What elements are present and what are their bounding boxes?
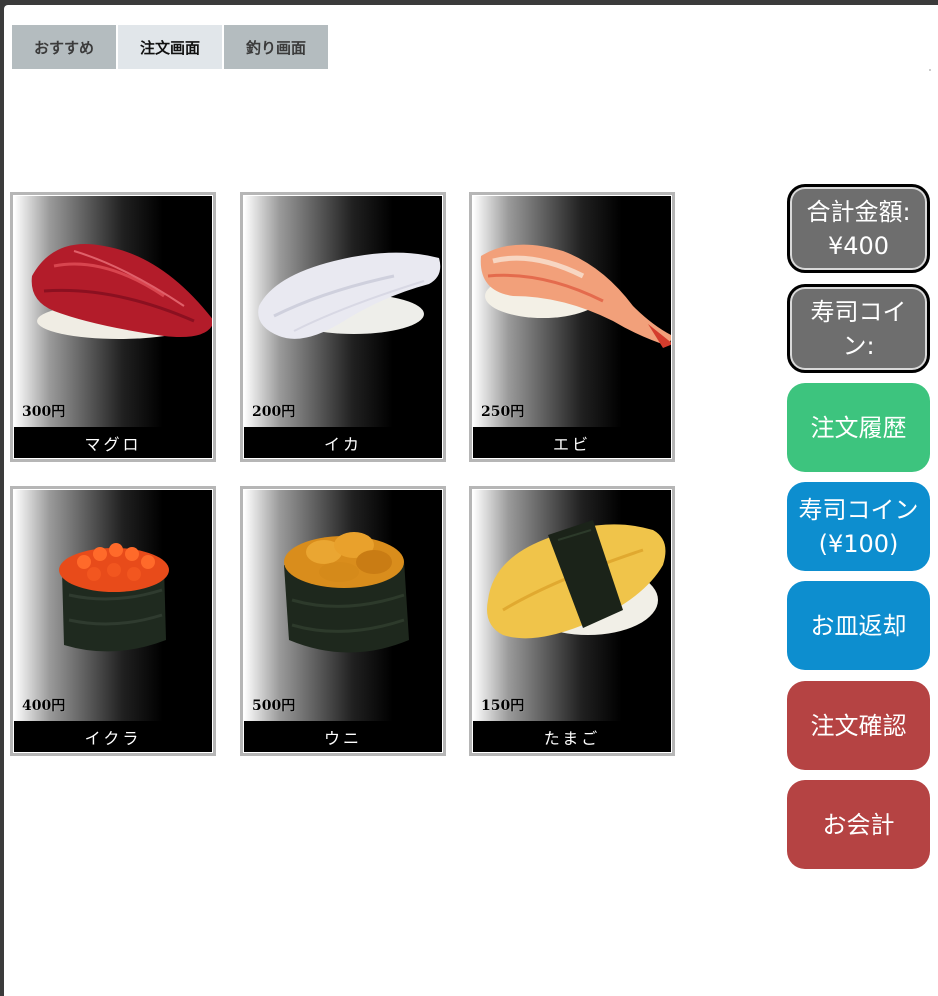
card-body: 500円 ウニ [244, 490, 442, 752]
squid-nigiri-image [258, 252, 441, 339]
order-history-button[interactable]: 注文履歴 [787, 383, 930, 472]
menu-card-uni[interactable]: 500円 ウニ [240, 486, 446, 756]
menu-card-tamago[interactable]: 150円 たまご [469, 486, 675, 756]
shrimp-nigiri-image [480, 244, 671, 348]
card-body: 400円 イクラ [14, 490, 212, 752]
divider-dot [929, 69, 931, 71]
uni-gunkan-image [284, 532, 409, 653]
menu-card-ebi[interactable]: 250円 エビ [469, 192, 675, 462]
item-name: ウニ [244, 721, 442, 752]
coin-buy-line2: (¥100) [818, 529, 899, 558]
menu-card-maguro[interactable]: 300円 マグロ [10, 192, 216, 462]
coin-label-line1: 寿司コイ [810, 297, 907, 326]
tuna-nigiri-image [31, 244, 212, 339]
item-name: イクラ [14, 721, 212, 752]
plate-return-button[interactable]: お皿返却 [787, 581, 930, 670]
card-body: 250円 エビ [473, 196, 671, 458]
item-price: 300円 [22, 404, 66, 420]
menu-card-ikura[interactable]: 400円 イクラ [10, 486, 216, 756]
total-amount-display: 合計金額: ¥400 [787, 184, 930, 273]
ikura-gunkan-image [59, 543, 169, 652]
coin-label-line2: ン: [842, 331, 875, 360]
card-body: 300円 マグロ [14, 196, 212, 458]
tab-order[interactable]: 注文画面 [118, 25, 222, 69]
item-name: たまご [473, 721, 671, 752]
item-name: マグロ [14, 427, 212, 458]
item-price: 500円 [252, 698, 296, 714]
item-price: 250円 [481, 404, 525, 420]
total-value: ¥400 [827, 231, 890, 260]
item-price: 200円 [252, 404, 296, 420]
menu-card-ika[interactable]: 200円 イカ [240, 192, 446, 462]
buy-sushi-coin-button[interactable]: 寿司コイン (¥100) [787, 482, 930, 571]
tab-recommend[interactable]: おすすめ [12, 25, 116, 69]
item-name: エビ [473, 427, 671, 458]
checkout-button[interactable]: お会計 [787, 780, 930, 869]
sushi-coin-display: 寿司コイ ン: [787, 284, 930, 373]
item-price: 150円 [481, 698, 525, 714]
card-body: 150円 たまご [473, 490, 671, 752]
tamago-nigiri-image [487, 520, 666, 639]
order-confirm-button[interactable]: 注文確認 [787, 681, 930, 770]
tab-fishing[interactable]: 釣り画面 [224, 25, 328, 69]
card-body: 200円 イカ [244, 196, 442, 458]
total-label: 合計金額: [806, 197, 911, 226]
tab-bar: おすすめ 注文画面 釣り画面 [12, 25, 328, 69]
item-price: 400円 [22, 698, 66, 714]
item-name: イカ [244, 427, 442, 458]
coin-buy-line1: 寿司コイン [798, 495, 919, 524]
